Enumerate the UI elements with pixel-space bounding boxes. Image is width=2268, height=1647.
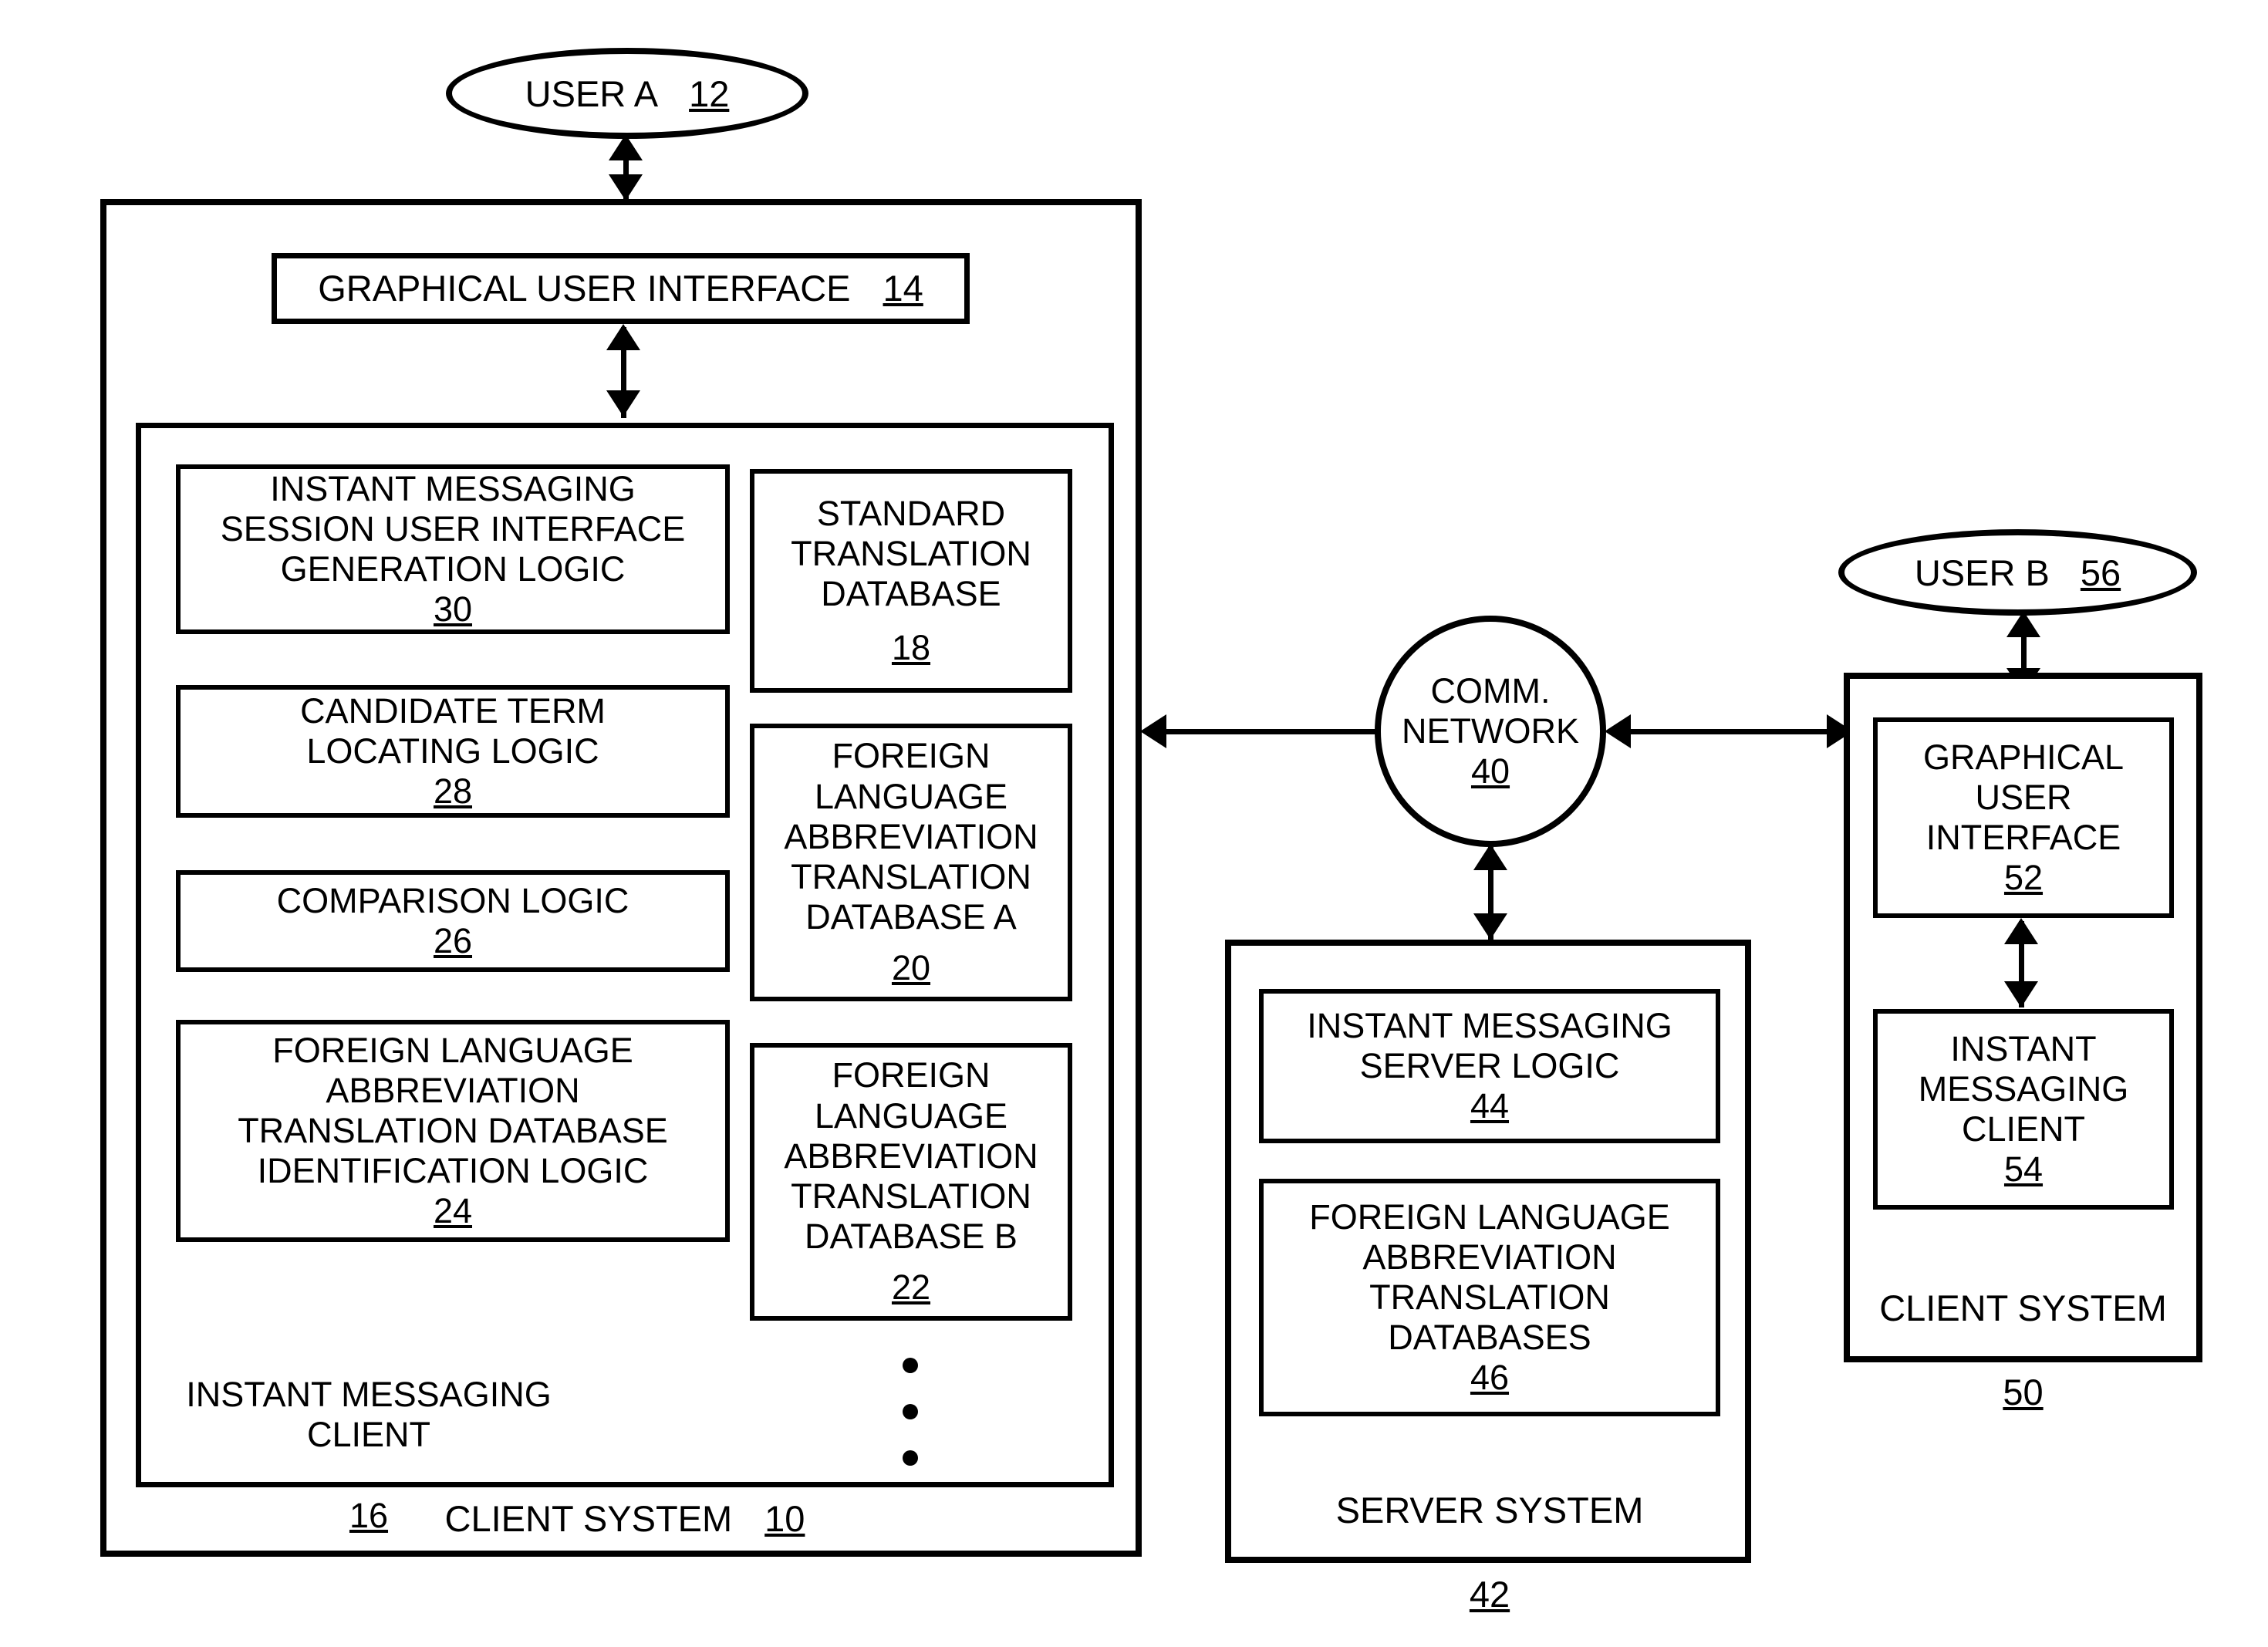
module-52-label: GRAPHICAL USER INTERFACE — [1922, 737, 2125, 857]
arrow-up-to-user-a — [609, 134, 643, 160]
module-46-label: FOREIGN LANGUAGE ABBREVIATION TRANSLATIO… — [1309, 1196, 1670, 1358]
module-46-refnum: 46 — [1470, 1358, 1510, 1398]
module-44-box: INSTANT MESSAGING SERVER LOGIC 44 — [1259, 989, 1720, 1143]
module-52-box: GRAPHICAL USER INTERFACE 52 — [1873, 717, 2174, 918]
module-54-refnum: 54 — [2003, 1149, 2044, 1190]
database-20-refnum: 20 — [891, 948, 931, 988]
arrow-down-to-im-client-16 — [606, 390, 640, 417]
user-a-refnum: 12 — [689, 73, 730, 114]
client-system-10-label: CLIENT SYSTEM — [444, 1498, 733, 1539]
user-b-label: USER B — [1914, 552, 2050, 593]
connector-network-client-b — [1622, 729, 1850, 734]
arrow-up-to-network — [1473, 844, 1507, 870]
module-46-box: FOREIGN LANGUAGE ABBREVIATION TRANSLATIO… — [1259, 1179, 1720, 1416]
figure-canvas: USER A 12 GRAPHICAL USER INTERFACE 14 IN… — [0, 0, 2268, 1647]
user-b-refnum: 56 — [2080, 552, 2121, 593]
database-22-refnum: 22 — [891, 1267, 931, 1308]
module-28-box: CANDIDATE TERM LOCATING LOGIC 28 — [176, 685, 730, 818]
module-26-box: COMPARISON LOGIC 26 — [176, 870, 730, 972]
ellipsis-dot — [903, 1404, 918, 1419]
ellipsis-dot — [903, 1358, 918, 1373]
arrow-down-to-server-system — [1473, 913, 1507, 940]
im-client-16-label: INSTANT MESSAGING CLIENT — [186, 1375, 552, 1455]
client-system-10-caption: CLIENT SYSTEM 10 — [370, 1498, 879, 1541]
database-20-label: FOREIGN LANGUAGE ABBREVIATION TRANSLATIO… — [784, 736, 1038, 937]
arrow-up-to-gui-52 — [2004, 918, 2038, 944]
server-system-label: SERVER SYSTEM — [1335, 1489, 1644, 1531]
module-30-box: INSTANT MESSAGING SESSION USER INTERFACE… — [176, 464, 730, 634]
database-18-box: STANDARD TRANSLATION DATABASE 18 — [750, 469, 1072, 693]
database-20-box: FOREIGN LANGUAGE ABBREVIATION TRANSLATIO… — [750, 724, 1072, 1001]
module-26-label: COMPARISON LOGIC — [276, 880, 629, 920]
gui-14-box: GRAPHICAL USER INTERFACE 14 — [272, 253, 970, 324]
arrow-left-to-client-a — [1140, 714, 1166, 748]
module-52-refnum: 52 — [2003, 858, 2044, 898]
module-54-label: INSTANT MESSAGING CLIENT — [1918, 1028, 2129, 1149]
ellipsis-dot — [903, 1450, 918, 1466]
module-44-label: INSTANT MESSAGING SERVER LOGIC — [1307, 1005, 1672, 1085]
database-18-refnum: 18 — [891, 628, 931, 668]
server-system-refnum: 42 — [1469, 1573, 1510, 1615]
module-24-box: FOREIGN LANGUAGE ABBREVIATION TRANSLATIO… — [176, 1020, 730, 1242]
module-44-refnum: 44 — [1470, 1086, 1510, 1126]
server-system-caption: SERVER SYSTEM 42 — [1259, 1447, 1720, 1647]
database-18-label: STANDARD TRANSLATION DATABASE — [791, 493, 1031, 613]
client-system-50-refnum: 50 — [2003, 1371, 2044, 1412]
gui-14-refnum: 14 — [883, 267, 923, 309]
user-a-ellipse: USER A 12 — [446, 48, 808, 139]
arrow-up-to-user-b — [2006, 611, 2040, 637]
comm-network-circle: COMM. NETWORK 40 — [1375, 616, 1606, 847]
module-28-refnum: 28 — [433, 771, 473, 812]
module-30-refnum: 30 — [433, 589, 473, 629]
connector-client-a-network — [1157, 729, 1412, 734]
module-26-refnum: 26 — [433, 921, 473, 960]
database-22-box: FOREIGN LANGUAGE ABBREVIATION TRANSLATIO… — [750, 1043, 1072, 1321]
arrow-down-to-im-client-54 — [2004, 981, 2038, 1007]
arrow-left-to-network-from-b — [1605, 714, 1631, 748]
arrow-down-to-client-a — [609, 174, 643, 201]
user-b-ellipse: USER B 56 — [1838, 529, 2197, 616]
user-a-label: USER A — [525, 73, 659, 114]
database-22-label: FOREIGN LANGUAGE ABBREVIATION TRANSLATIO… — [784, 1055, 1038, 1257]
module-54-box: INSTANT MESSAGING CLIENT 54 — [1873, 1009, 2174, 1210]
module-24-label: FOREIGN LANGUAGE ABBREVIATION TRANSLATIO… — [238, 1030, 668, 1191]
module-28-label: CANDIDATE TERM LOCATING LOGIC — [300, 690, 606, 771]
databases-continuation-dots — [903, 1358, 918, 1466]
client-system-50-caption: CLIENT SYSTEM 50 — [1851, 1245, 2195, 1456]
client-system-50-label: CLIENT SYSTEM — [1879, 1287, 2167, 1328]
module-30-label: INSTANT MESSAGING SESSION USER INTERFACE… — [220, 468, 686, 589]
comm-network-refnum: 40 — [1470, 751, 1510, 791]
gui-14-label: GRAPHICAL USER INTERFACE — [318, 267, 851, 309]
comm-network-label: COMM. NETWORK — [1402, 671, 1579, 751]
client-system-10-refnum: 10 — [764, 1498, 805, 1539]
module-24-refnum: 24 — [433, 1191, 473, 1231]
arrow-up-to-gui-14 — [606, 324, 640, 350]
